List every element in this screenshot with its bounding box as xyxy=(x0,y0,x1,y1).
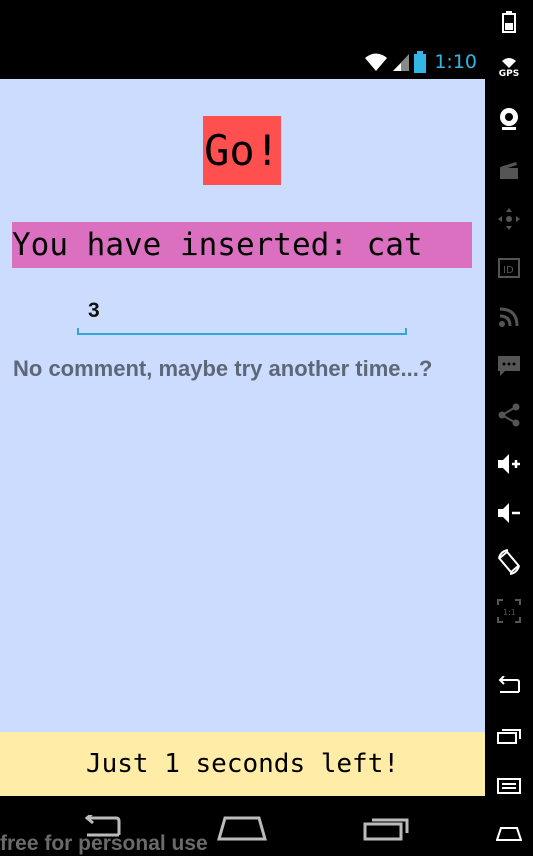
battery-icon[interactable] xyxy=(485,2,533,42)
share-icon[interactable] xyxy=(485,395,533,435)
dpad-icon[interactable] xyxy=(485,199,533,239)
status-bar: 1:10 xyxy=(0,0,485,79)
volume-up-icon[interactable] xyxy=(485,444,533,484)
number-input-value: 3 xyxy=(88,299,100,322)
battery-icon xyxy=(414,51,427,73)
svg-text:1:1: 1:1 xyxy=(503,608,516,617)
app-screen: Go! You have inserted: cat 3 No comment,… xyxy=(0,79,485,796)
watermark: free for personal use xyxy=(0,832,208,855)
emulator-panel: GPS ID 1:1 xyxy=(485,0,533,852)
comment-text: No comment, maybe try another time...? xyxy=(13,356,433,381)
go-button[interactable]: Go! xyxy=(203,116,281,185)
number-input[interactable]: 3 xyxy=(77,291,407,335)
clock: 1:10 xyxy=(434,51,477,73)
back-icon[interactable] xyxy=(485,665,533,705)
input-underline xyxy=(77,328,407,335)
sms-icon[interactable] xyxy=(485,346,533,386)
gps-label: GPS xyxy=(498,69,520,79)
svg-text:ID: ID xyxy=(503,265,514,276)
cell-signal-icon xyxy=(392,52,410,72)
wifi-icon xyxy=(364,52,388,72)
timer-text: Just 1 seconds left! xyxy=(85,749,400,779)
inserted-text: You have inserted: cat xyxy=(12,222,472,268)
timer-bar: Just 1 seconds left! xyxy=(0,732,485,796)
scale-icon[interactable]: 1:1 xyxy=(485,591,533,631)
rss-icon[interactable] xyxy=(485,297,533,337)
id-icon[interactable]: ID xyxy=(485,248,533,288)
clapper-icon[interactable] xyxy=(485,150,533,190)
nav-bar: free for personal use xyxy=(0,796,485,855)
recents-icon[interactable] xyxy=(356,810,416,846)
recents-icon[interactable] xyxy=(485,716,533,756)
status-icons: 1:10 xyxy=(364,50,477,74)
camera-icon[interactable] xyxy=(485,99,533,139)
gps-icon[interactable]: GPS xyxy=(485,48,533,88)
home-icon[interactable] xyxy=(485,814,533,854)
menu-icon[interactable] xyxy=(485,766,533,806)
rotate-icon[interactable] xyxy=(485,542,533,582)
home-icon[interactable] xyxy=(212,810,272,846)
volume-down-icon[interactable] xyxy=(485,493,533,533)
